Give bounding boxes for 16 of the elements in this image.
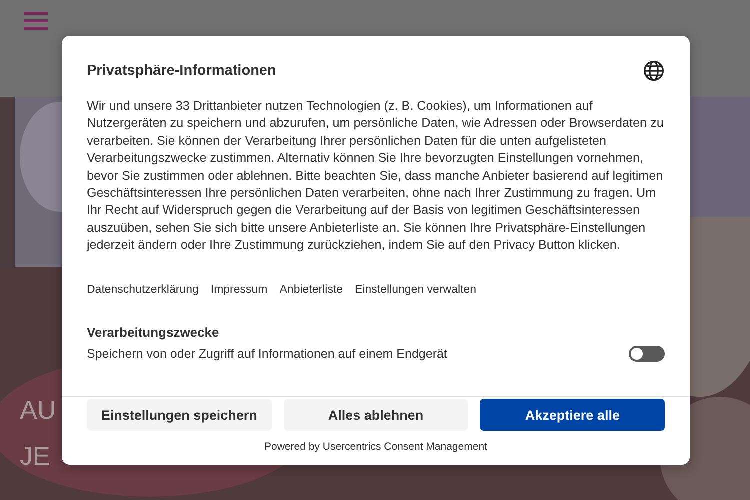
section-heading: Verarbeitungszwecke [87, 324, 220, 340]
toggle-switch[interactable] [629, 346, 665, 362]
footer-link[interactable]: Anbieterliste [280, 284, 344, 296]
globe-icon[interactable] [643, 60, 665, 82]
hero-heading: JE [20, 440, 50, 472]
hero-heading: AU [20, 394, 56, 426]
footer-link[interactable]: Impressum [210, 284, 268, 296]
action-button[interactable]: Einstellungen speichern [87, 399, 272, 431]
dialog-title: Privatsphäre-Informationen [87, 63, 276, 79]
purpose-label: Speichern von oder Zugriff auf Informationen auf einem Endgerät [87, 346, 448, 361]
footer-link[interactable]: Einstellungen verwalten [355, 284, 477, 296]
accept-button[interactable]: Akzeptiere alle [480, 399, 666, 431]
footer-link[interactable]: Datenschutzerklärung [87, 284, 199, 296]
powered-by-text: Powered by Usercentrics Consent Management [264, 441, 488, 453]
action-button[interactable]: Alles ablehnen [284, 399, 468, 431]
consent-text: Wir und unsere 33 Drittanbieter nutzen Technologien (z. B. Cookies), um Informationen auf Nutzergeräten zu speichern und abzurufen, um persönliche Daten, wie Adressen oder Browserdaten zu verarbeiten. Sie können der Verarbeitung Ihrer persönlichen Daten für die unten aufgelisteten Verarbeitungszwecke zustimmen. Alternativ können Sie Ihre bevorzugten Einstellungen vornehmen, bevor Sie zustimmen oder ablehnen. Bitte beachten Sie, dass manche Anbieter basierend auf legitimen Geschäftsinteressen Ihre persönlichen Daten verarbeiten, ohne nach Ihrer Zustimmung zu fragen. Um Ihr Recht auf Widerspruch gegen die Verarbeitung auf der Basis von legitimen Geschäftsinteressen auszuüben, sehen Sie sich bitte unsere Anbieterliste an. Sie können Ihre Privatsphäre-Einstellungen jederzeit ändern oder Ihre Zustimmung zurückziehen, indem Sie auf den Privacy Button klicken. [87, 98, 665, 254]
